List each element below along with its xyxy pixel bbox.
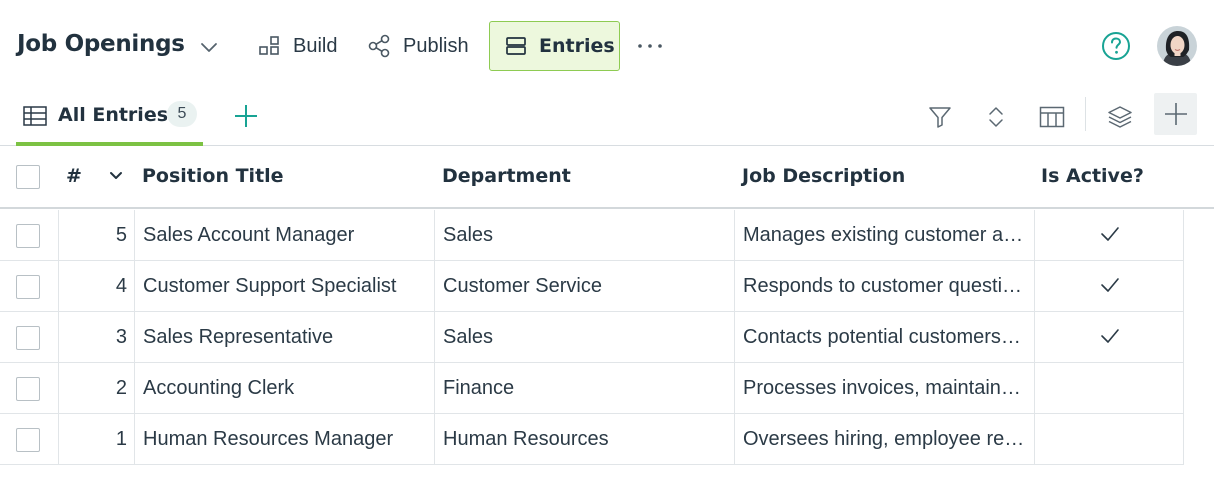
- filter-button[interactable]: [923, 100, 957, 134]
- build-button[interactable]: Build: [257, 21, 337, 71]
- cell-number: 5: [58, 210, 134, 261]
- cell-position-title[interactable]: Sales Account Manager: [134, 210, 434, 261]
- checkmark-icon: [1101, 329, 1119, 343]
- cell-job-description[interactable]: Oversees hiring, employee relations and …: [734, 414, 1034, 465]
- tab-all-entries[interactable]: All Entries 5: [16, 92, 203, 146]
- cell-number: 2: [58, 363, 134, 414]
- share-icon: [367, 34, 391, 58]
- layers-button[interactable]: [1103, 100, 1137, 134]
- entries-icon: [504, 34, 528, 58]
- table-row[interactable]: 4 Customer Support Specialist Customer S…: [0, 261, 1184, 312]
- filter-icon: [929, 107, 951, 128]
- add-entry-button[interactable]: [1154, 93, 1197, 135]
- row-checkbox[interactable]: [16, 377, 40, 401]
- cell-department[interactable]: Customer Service: [434, 261, 734, 312]
- checkmark-icon: [1101, 227, 1119, 241]
- user-avatar[interactable]: [1157, 26, 1197, 66]
- cell-position-title[interactable]: Accounting Clerk: [134, 363, 434, 414]
- cell-department[interactable]: Sales: [434, 312, 734, 363]
- entries-button[interactable]: Entries: [489, 21, 620, 71]
- table-body: 5 Sales Account Manager Sales Manages ex…: [0, 210, 1184, 465]
- table-row[interactable]: 2 Accounting Clerk Finance Processes inv…: [0, 363, 1184, 414]
- tab-label: All Entries: [58, 104, 169, 126]
- cell-job-description[interactable]: Processes invoices, maintains financial …: [734, 363, 1034, 414]
- publish-button[interactable]: Publish: [367, 21, 469, 71]
- sort-button[interactable]: [979, 100, 1013, 134]
- entries-label: Entries: [539, 35, 615, 57]
- build-label: Build: [293, 34, 338, 57]
- sort-icon: [989, 107, 1003, 127]
- more-horizontal-icon: [638, 44, 662, 48]
- cell-position-title[interactable]: Human Resources Manager: [134, 414, 434, 465]
- column-header-job-description[interactable]: Job Description: [742, 165, 905, 187]
- cell-department[interactable]: Sales: [434, 210, 734, 261]
- table-row[interactable]: 3 Sales Representative Sales Contacts po…: [0, 312, 1184, 363]
- app-title[interactable]: Job Openings: [17, 31, 185, 57]
- columns-icon: [1039, 106, 1065, 128]
- table-icon: [23, 106, 47, 126]
- view-tabs-bar: All Entries 5: [0, 92, 1214, 146]
- cell-position-title[interactable]: Sales Representative: [134, 312, 434, 363]
- cell-is-active[interactable]: [1034, 210, 1184, 261]
- cell-is-active[interactable]: [1034, 414, 1184, 465]
- column-header-is-active[interactable]: Is Active?: [1041, 165, 1144, 187]
- checkmark-icon: [1101, 278, 1119, 292]
- layers-icon: [1108, 106, 1132, 128]
- row-checkbox[interactable]: [16, 224, 40, 248]
- publish-label: Publish: [403, 34, 469, 57]
- cell-is-active[interactable]: [1034, 261, 1184, 312]
- plus-icon: [1164, 103, 1187, 125]
- select-all-checkbox[interactable]: [16, 165, 40, 189]
- cell-is-active[interactable]: [1034, 312, 1184, 363]
- cell-position-title[interactable]: Customer Support Specialist: [134, 261, 434, 312]
- active-tab-indicator: [16, 142, 203, 146]
- column-header-position-title[interactable]: Position Title: [142, 165, 284, 187]
- cell-number: 1: [58, 414, 134, 465]
- cell-is-active[interactable]: [1034, 363, 1184, 414]
- more-options-button[interactable]: [636, 34, 664, 58]
- chevron-down-icon[interactable]: [198, 36, 220, 58]
- cell-number: 3: [58, 312, 134, 363]
- add-view-plus-icon[interactable]: [232, 102, 260, 130]
- top-bar: Job Openings Build Publish Entries: [0, 0, 1214, 92]
- cell-department[interactable]: Human Resources: [434, 414, 734, 465]
- build-icon: [257, 34, 281, 58]
- sort-chevron-down-icon[interactable]: [107, 167, 125, 185]
- help-icon[interactable]: [1101, 31, 1131, 61]
- table-row[interactable]: 5 Sales Account Manager Sales Manages ex…: [0, 210, 1184, 261]
- columns-button[interactable]: [1035, 100, 1069, 134]
- cell-department[interactable]: Finance: [434, 363, 734, 414]
- column-header-number[interactable]: #: [66, 165, 82, 187]
- cell-job-description[interactable]: Responds to customer questions and resol…: [734, 261, 1034, 312]
- table-row[interactable]: 1 Human Resources Manager Human Resource…: [0, 414, 1184, 465]
- column-header-department[interactable]: Department: [442, 165, 571, 187]
- entries-count-badge: 5: [167, 101, 197, 127]
- row-checkbox[interactable]: [16, 326, 40, 350]
- row-checkbox[interactable]: [16, 428, 40, 452]
- table-header: # Position Title Department Job Descript…: [0, 147, 1214, 209]
- row-checkbox[interactable]: [16, 275, 40, 299]
- cell-job-description[interactable]: Manages existing customer accounts and b…: [734, 210, 1034, 261]
- toolbar-divider: [1085, 97, 1086, 131]
- cell-number: 4: [58, 261, 134, 312]
- cell-job-description[interactable]: Contacts potential customers and generat…: [734, 312, 1034, 363]
